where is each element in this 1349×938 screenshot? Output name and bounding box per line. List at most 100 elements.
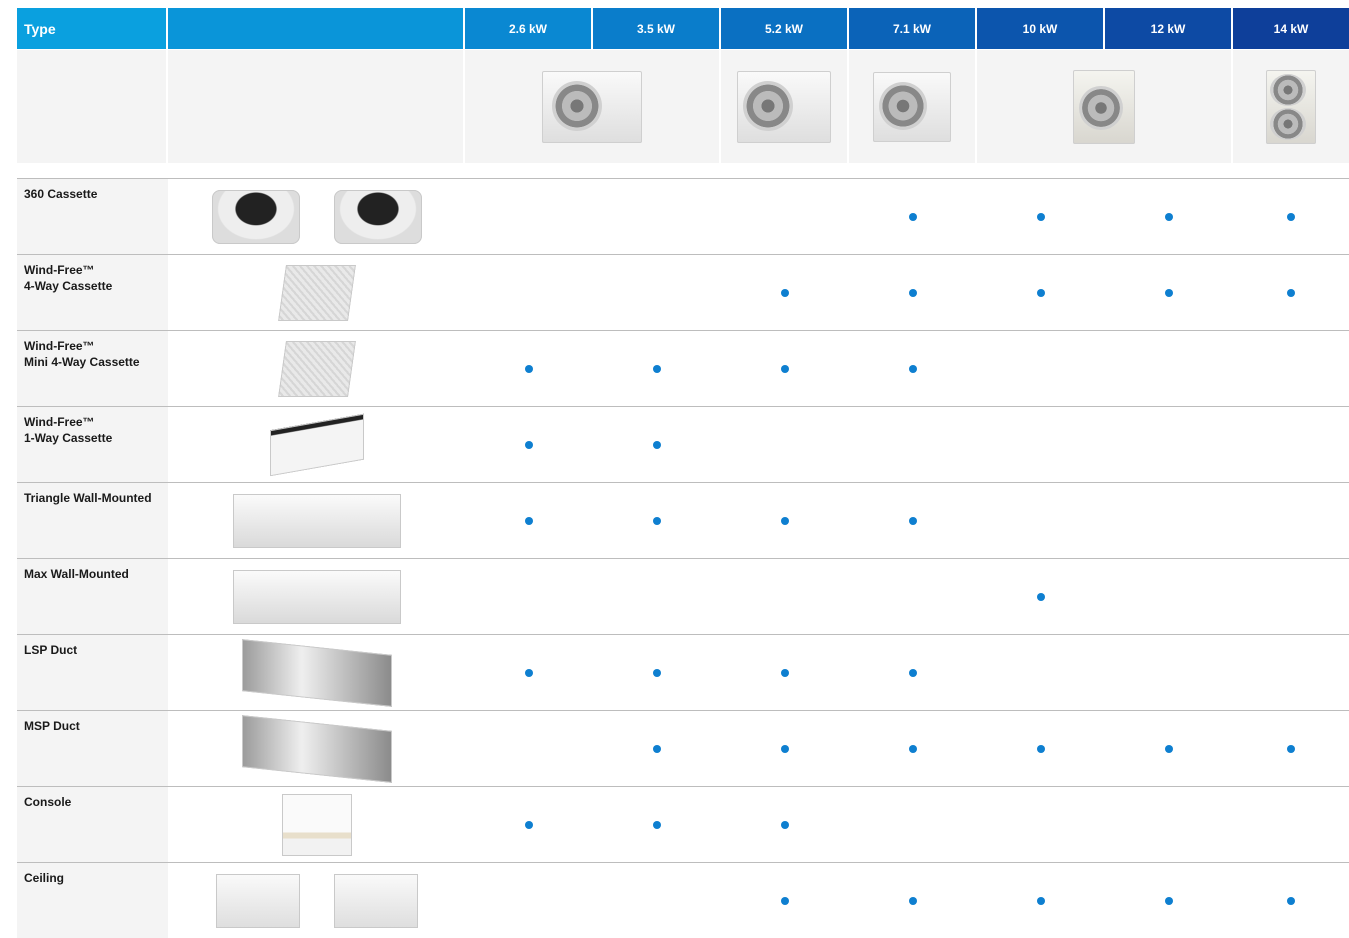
availability-cell	[977, 863, 1105, 938]
indoor-unit-type-label: Triangle Wall-Mounted	[17, 483, 168, 558]
availability-cell	[1233, 635, 1349, 710]
indoor-unit-image-cell	[168, 483, 465, 558]
availability-cell	[1105, 559, 1233, 634]
availability-dot	[525, 516, 533, 525]
availability-dot	[1165, 212, 1173, 221]
availability-cell	[721, 179, 849, 254]
outdoor-cell-10-12	[977, 50, 1233, 163]
availability-dot	[653, 440, 661, 449]
availability-cell	[1105, 787, 1233, 862]
availability-dot	[909, 668, 917, 677]
availability-dot	[1165, 896, 1173, 905]
availability-cell	[721, 863, 849, 938]
table-row: Triangle Wall-Mounted	[17, 483, 1349, 559]
header-capacity-cell: 12 kW	[1105, 8, 1233, 49]
availability-cell	[593, 179, 721, 254]
indoor-unit-image-cell	[168, 407, 465, 482]
outdoor-unit-tall-image	[1073, 69, 1135, 144]
availability-cell	[465, 407, 593, 482]
indoor-unit-image-cell	[168, 559, 465, 634]
header-capacity-cell: 5.2 kW	[721, 8, 849, 49]
availability-dot	[525, 440, 533, 449]
availability-cell	[465, 331, 593, 406]
one-way-cassette-image	[269, 413, 364, 476]
indoor-unit-type-label: Wind-Free™ 4-Way Cassette	[17, 255, 168, 330]
availability-cell	[977, 331, 1105, 406]
availability-cell	[1233, 483, 1349, 558]
availability-cell	[1105, 331, 1233, 406]
availability-cell	[593, 255, 721, 330]
availability-dot	[1037, 212, 1045, 221]
table-row: 360 Cassette	[17, 179, 1349, 255]
header-capacity-cell: 14 kW	[1233, 8, 1349, 49]
availability-cell	[1233, 331, 1349, 406]
availability-dot	[1287, 288, 1295, 297]
availability-cell	[849, 787, 977, 862]
header-image-cell	[168, 8, 465, 49]
availability-cell	[849, 407, 977, 482]
availability-dot	[781, 820, 789, 829]
availability-cell	[977, 559, 1105, 634]
capacity-compatibility-table: Type 2.6 kW 3.5 kW 5.2 kW 7.1 kW 10 kW 12 kW 1…	[17, 8, 1349, 938]
availability-cell	[465, 863, 593, 938]
availability-cell	[721, 331, 849, 406]
availability-cell	[1105, 407, 1233, 482]
table-row: Max Wall-Mounted	[17, 559, 1349, 635]
availability-cell	[593, 787, 721, 862]
wall-mounted-image	[232, 569, 401, 624]
indoor-unit-rows: 360 Cassette Wind-Free™ 4-Way Cassette Win…	[17, 179, 1349, 938]
availability-cell	[849, 331, 977, 406]
availability-cell	[721, 635, 849, 710]
availability-dot	[653, 820, 661, 829]
indoor-unit-image-cell	[168, 787, 465, 862]
availability-dot	[781, 516, 789, 525]
availability-dot	[909, 212, 917, 221]
indoor-unit-type-label: LSP Duct	[17, 635, 168, 710]
availability-cell	[977, 255, 1105, 330]
availability-cell	[849, 635, 977, 710]
round-cassette-image	[333, 189, 422, 244]
table-row: LSP Duct	[17, 635, 1349, 711]
outdoor-cell-7-1	[849, 50, 977, 163]
table-row: Wind-Free™ Mini 4-Way Cassette	[17, 331, 1349, 407]
table-row: MSP Duct	[17, 711, 1349, 787]
outdoor-unit-row	[17, 50, 1349, 163]
availability-dot	[1287, 896, 1295, 905]
outdoor-unit-medium-image	[737, 70, 831, 143]
availability-cell	[721, 255, 849, 330]
availability-cell	[1233, 711, 1349, 786]
availability-cell	[977, 483, 1105, 558]
table-row: Wind-Free™ 4-Way Cassette	[17, 255, 1349, 331]
availability-cell	[721, 711, 849, 786]
indoor-unit-type-label: MSP Duct	[17, 711, 168, 786]
outdoor-cell-5-2	[721, 50, 849, 163]
section-divider	[17, 163, 1349, 179]
availability-cell	[1105, 179, 1233, 254]
availability-dot	[781, 288, 789, 297]
indoor-unit-image-cell	[168, 255, 465, 330]
header-capacity-cell: 3.5 kW	[593, 8, 721, 49]
ceiling-unit-image	[333, 873, 418, 928]
availability-cell	[593, 559, 721, 634]
indoor-unit-image-cell	[168, 711, 465, 786]
availability-dot	[525, 820, 533, 829]
availability-cell	[1105, 863, 1233, 938]
availability-cell	[465, 635, 593, 710]
availability-dot	[909, 288, 917, 297]
availability-cell	[721, 787, 849, 862]
availability-cell	[977, 635, 1105, 710]
header-capacity-cell: 7.1 kW	[849, 8, 977, 49]
availability-cell	[721, 483, 849, 558]
availability-cell	[465, 255, 593, 330]
duct-unit-image	[241, 714, 392, 783]
console-unit-image	[281, 793, 352, 856]
availability-dot	[1287, 744, 1295, 753]
availability-cell	[1233, 179, 1349, 254]
table-row: Wind-Free™ 1-Way Cassette	[17, 407, 1349, 483]
availability-cell	[721, 559, 849, 634]
availability-dot	[1287, 212, 1295, 221]
availability-cell	[1233, 787, 1349, 862]
table-row: Ceiling	[17, 863, 1349, 938]
table-header: Type 2.6 kW 3.5 kW 5.2 kW 7.1 kW 10 kW 12 kW 1…	[17, 8, 1349, 49]
availability-dot	[1037, 896, 1045, 905]
